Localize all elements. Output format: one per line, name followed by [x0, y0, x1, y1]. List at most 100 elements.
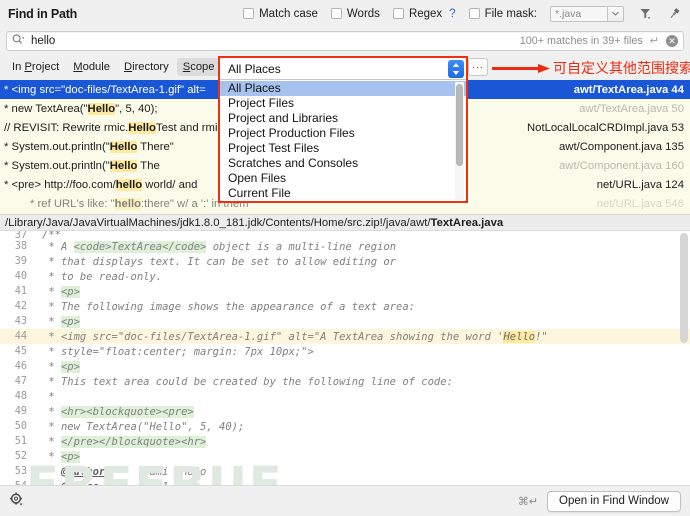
checkbox-box[interactable] [243, 8, 254, 19]
dialog-footer: ⌘↵ Open in Find Window [0, 485, 690, 516]
code-line: 49 * <hr><blockquote><pre> [0, 404, 690, 419]
code-line: 50 * new TextArea("Hello", 5, 40); [0, 419, 690, 434]
line-content: * that displays text. It can be set to a… [34, 256, 396, 268]
line-number: 38 [0, 241, 34, 252]
result-snippet: // REVISIT: Rewrite rmic.HelloTest and r… [4, 122, 217, 134]
code-line: 39 * that displays text. It can be set t… [0, 254, 690, 269]
menu-item-project-production-files[interactable]: Project Production Files [220, 126, 466, 141]
code-line: 37 /** [0, 231, 690, 239]
line-content: * A <code>TextArea</code> object is a mu… [34, 241, 396, 253]
menu-item-all-places[interactable]: All Places [220, 81, 466, 96]
line-content: * <p> [34, 451, 80, 463]
line-content: * <p> [34, 361, 80, 373]
menu-item-current-file[interactable]: Current File [220, 186, 466, 201]
file-mask-checkbox[interactable]: File mask: [469, 8, 537, 20]
result-snippet: * <img src="doc-files/TextArea-1.gif" al… [4, 84, 206, 96]
line-number: 43 [0, 316, 34, 327]
line-number: 49 [0, 406, 34, 417]
tab-scope[interactable]: Scope [177, 58, 221, 76]
regex-checkbox[interactable]: Regex ? [393, 8, 456, 20]
line-number: 45 [0, 346, 34, 357]
clear-search-icon[interactable]: ✕ [666, 35, 678, 47]
pin-icon[interactable] [666, 6, 682, 22]
code-line: 53 * @author Sami Shaio [0, 464, 690, 479]
code-line: 52 * <p> [0, 449, 690, 464]
line-number: 52 [0, 451, 34, 462]
line-number: 37 [0, 231, 34, 239]
checkbox-box[interactable] [469, 8, 480, 19]
result-file-ref: awt/TextArea.java 44 [564, 84, 684, 96]
menu-item-open-files[interactable]: Open Files [220, 171, 466, 186]
line-number: 46 [0, 361, 34, 372]
match-case-checkbox[interactable]: Match case [243, 8, 318, 20]
keyboard-shortcut-label: ⌘↵ [518, 495, 538, 508]
line-content: * to be read-only. [34, 271, 162, 283]
file-name: TextArea.java [431, 217, 504, 229]
scope-dropdown-popup[interactable]: All Places All Places Project Files Proj… [218, 56, 468, 203]
file-mask-combo[interactable]: *.java [550, 6, 624, 22]
annotation-text: 可自定义其他范围搜索 [553, 58, 690, 78]
checkbox-box[interactable] [393, 8, 404, 19]
result-snippet: * System.out.println("Hello The [4, 160, 160, 172]
search-input[interactable]: hello 100+ matches in 39+ files ↵ ✕ [6, 31, 684, 51]
filter-icon[interactable] [637, 6, 653, 22]
search-status: 100+ matches in 39+ files ↵ ✕ [520, 34, 678, 47]
file-mask-value[interactable]: *.java [550, 6, 608, 22]
stepper-icon[interactable] [448, 60, 464, 78]
line-number: 51 [0, 436, 34, 447]
editor-scrollbar[interactable] [680, 233, 688, 343]
code-line: 51 * </pre></blockquote><hr> [0, 434, 690, 449]
find-in-path-dialog: Find in Path Match case Words Regex ? Fi… [0, 0, 690, 516]
enter-key-icon: ↵ [650, 34, 659, 47]
code-line: 45 * style="float:center; margin: 7px 10… [0, 344, 690, 359]
words-label: Words [347, 8, 380, 20]
gear-icon[interactable] [9, 492, 24, 510]
line-content: * The following image shows the appearan… [34, 301, 415, 313]
scope-combo-box[interactable]: All Places [220, 58, 466, 80]
footer-actions: ⌘↵ Open in Find Window [518, 491, 690, 512]
code-line: 43 * <p> [0, 314, 690, 329]
result-file-ref: awt/Component.java 160 [549, 160, 684, 172]
line-number: 40 [0, 271, 34, 282]
result-snippet: * ref URL's like: "hello:there" w/ a ':'… [4, 198, 249, 210]
line-content: * @author Sami Shaio [34, 466, 206, 478]
line-content: * This text area could be created by the… [34, 376, 453, 388]
dropdown-scrollbar[interactable] [455, 82, 464, 200]
tab-directory[interactable]: Directory [118, 58, 175, 76]
header-options: Match case Words Regex ? File mask: *.ja… [243, 6, 690, 22]
menu-item-project-test-files[interactable]: Project Test Files [220, 141, 466, 156]
tab-module[interactable]: Module [67, 58, 116, 76]
line-content: * [34, 391, 55, 403]
words-checkbox[interactable]: Words [331, 8, 380, 20]
code-line: 48 * [0, 389, 690, 404]
line-number: 42 [0, 301, 34, 312]
code-line: 38 * A <code>TextArea</code> object is a… [0, 239, 690, 254]
search-query-text[interactable]: hello [31, 35, 55, 47]
menu-item-scratches-and-consoles[interactable]: Scratches and Consoles [220, 156, 466, 171]
code-line: 47 * This text area could be created by … [0, 374, 690, 389]
search-icon[interactable] [12, 34, 25, 48]
result-file-ref: awt/Component.java 135 [549, 141, 684, 153]
scope-option-list[interactable]: All Places Project Files Project and Lib… [220, 81, 466, 201]
menu-item-project-files[interactable]: Project Files [220, 96, 466, 111]
line-content: * style="float:center; margin: 7px 10px;… [34, 346, 314, 358]
line-content: * <p> [34, 286, 80, 298]
line-number: 47 [0, 376, 34, 387]
line-number: 50 [0, 421, 34, 432]
checkbox-box[interactable] [331, 8, 342, 19]
line-content: /** [34, 231, 61, 239]
line-content: * new TextArea("Hello", 5, 40); [34, 421, 244, 433]
scrollbar-thumb[interactable] [456, 84, 463, 166]
match-case-label: Match case [259, 8, 318, 20]
more-options-button[interactable]: ... [468, 58, 488, 76]
line-content: * <img src="doc-files/TextArea-1.gif" al… [34, 331, 548, 343]
tab-in-project[interactable]: In Project [6, 58, 65, 76]
regex-help-link[interactable]: ? [449, 8, 455, 20]
code-line: 44 * <img src="doc-files/TextArea-1.gif"… [0, 329, 690, 344]
menu-item-project-and-libraries[interactable]: Project and Libraries [220, 111, 466, 126]
line-content: * <hr><blockquote><pre> [34, 406, 194, 418]
open-in-find-window-button[interactable]: Open in Find Window [547, 491, 681, 512]
chevron-down-icon[interactable] [608, 6, 624, 22]
code-preview[interactable]: 37 /** 38 * A <code>TextArea</code> obje… [0, 231, 690, 485]
dialog-header: Find in Path Match case Words Regex ? Fi… [0, 0, 690, 27]
